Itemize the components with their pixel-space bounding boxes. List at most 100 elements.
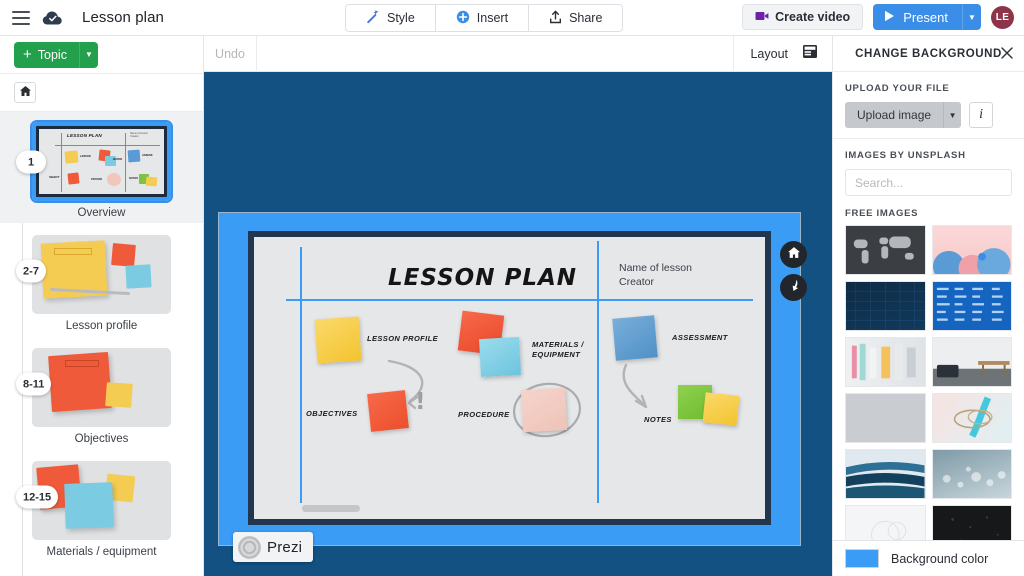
avatar[interactable]: LE: [991, 5, 1014, 29]
slide-creator-text[interactable]: Name of lesson Creator: [619, 262, 729, 289]
info-button[interactable]: i: [969, 102, 994, 128]
unsplash-search-box[interactable]: [845, 169, 1012, 196]
upload-row: Upload image ▼ i: [845, 102, 1012, 128]
thumbnail-caption: Objectives: [74, 433, 129, 445]
prezi-logo-icon: [238, 535, 261, 559]
close-icon[interactable]: [1000, 46, 1014, 60]
present-dropdown-caret[interactable]: ▼: [962, 4, 981, 30]
slide-frame[interactable]: LESSON PLAN Name of lesson Creator LESSO…: [218, 212, 801, 546]
cloud-saved-icon: [42, 10, 64, 26]
change-background-panel: CHANGE BACKGROUND UPLOAD YOUR FILE Uploa…: [832, 36, 1024, 576]
create-video-button[interactable]: Create video: [742, 4, 864, 30]
thumbnail-badge: 1: [16, 150, 46, 174]
insert-label: Insert: [476, 11, 509, 25]
upload-image-button[interactable]: Upload image: [845, 102, 944, 128]
top-bar-right: Create video Present ▼ LE: [742, 4, 1014, 30]
thumbnail-caption: Lesson profile: [65, 320, 138, 332]
exclamation-mark: !: [415, 389, 426, 415]
top-bar-actions: Style Insert Share: [345, 4, 624, 32]
sidebar-thumb-overview[interactable]: LESSON PLAN Name of lesson Creator LESSO…: [0, 112, 203, 223]
sidebar-home-bar: [0, 74, 203, 112]
slide-stage[interactable]: LESSON PLAN Name of lesson Creator LESSO…: [204, 72, 832, 576]
free-images-scroll[interactable]: [833, 225, 1024, 540]
prezi-editor: Lesson plan Style Insert Share Create vi…: [0, 0, 1024, 576]
label-notes[interactable]: NOTES: [644, 415, 672, 425]
canvas-area: Undo Layout LESSON PLAN Name of lesson C…: [204, 35, 832, 576]
layout-controls: Layout: [733, 36, 832, 72]
image-thumb-blue-data-numbers[interactable]: [931, 281, 1012, 331]
present-label: Present: [903, 9, 948, 25]
document-title[interactable]: Lesson plan: [82, 9, 164, 26]
background-color-swatch[interactable]: [845, 549, 879, 568]
prezi-watermark-label: Prezi: [267, 538, 303, 556]
image-thumb-black-texture[interactable]: [931, 505, 1012, 540]
image-thumb-pink-blue-spheres[interactable]: [931, 225, 1012, 275]
undo-button[interactable]: Undo: [204, 35, 257, 72]
label-procedure[interactable]: PROCEDURE: [458, 410, 510, 420]
insert-button[interactable]: Insert: [435, 5, 530, 31]
layout-template-icon[interactable]: [802, 44, 818, 64]
label-assessment[interactable]: ASSESSMENT: [672, 333, 728, 343]
image-thumb-plain-gray[interactable]: [845, 393, 926, 443]
add-topic-caret[interactable]: ▼: [78, 41, 98, 68]
sticky-note-orange[interactable]: [367, 390, 409, 432]
background-color-label: Background color: [891, 551, 989, 566]
sticky-note-blue[interactable]: [612, 315, 658, 361]
board-scrollbar[interactable]: [302, 505, 360, 512]
prezi-watermark[interactable]: Prezi: [233, 532, 314, 562]
add-topic-button[interactable]: + Topic: [14, 41, 79, 68]
slide-inner-frame: LESSON PLAN Name of lesson Creator LESSO…: [248, 231, 771, 525]
image-thumb-blue-wave-motion[interactable]: [845, 449, 926, 499]
canvas-home-button[interactable]: [780, 241, 807, 268]
sidebar-thumb-lesson-profile[interactable]: 2-7 Lesson profile: [0, 223, 203, 336]
thumbnail-list[interactable]: LESSON PLAN Name of lesson Creator LESSO…: [0, 112, 203, 576]
upload-dropdown-caret[interactable]: ▼: [943, 102, 962, 128]
present-button[interactable]: Present: [873, 4, 962, 30]
magic-wand-icon: [366, 9, 380, 27]
label-objectives[interactable]: OBJECTIVES: [306, 409, 358, 419]
hamburger-icon[interactable]: [12, 10, 30, 25]
sidebar-thumb-objectives[interactable]: 8-11 Objectives: [0, 336, 203, 449]
unsplash-section-label: IMAGES BY UNSPLASH: [845, 150, 966, 161]
sticky-note-yellow-2[interactable]: [702, 392, 740, 426]
image-thumb-light-sketch[interactable]: [845, 505, 926, 540]
image-thumb-white-room-table[interactable]: [931, 337, 1012, 387]
thumbnail-caption: Materials / equipment: [46, 546, 157, 558]
sticky-note-yellow[interactable]: [314, 316, 362, 364]
search-input[interactable]: [846, 175, 1011, 190]
plus-circle-icon: [456, 10, 470, 27]
add-topic-group: + Topic ▼: [14, 41, 98, 68]
mini-slide-art: LESSON PLAN Name of lesson Creator LESSO…: [32, 122, 171, 201]
label-lesson-profile[interactable]: LESSON PROFILE: [367, 334, 438, 344]
sidebar-thumb-materials[interactable]: 12-15 Materials / equipment: [0, 449, 203, 562]
layout-button[interactable]: Layout: [750, 47, 788, 61]
slide-board: LESSON PLAN Name of lesson Creator LESSO…: [254, 237, 765, 519]
canvas-nav-buttons: [780, 241, 807, 301]
label-materials-equipment[interactable]: MATERIALS / EQUIPMENT: [532, 340, 584, 360]
style-button[interactable]: Style: [346, 5, 436, 31]
slide-title[interactable]: LESSON PLAN: [388, 265, 577, 291]
image-thumb-dark-blue-texture[interactable]: [845, 281, 926, 331]
upload-section: UPLOAD YOUR FILE Upload image ▼ i: [833, 72, 1024, 139]
create-video-label: Create video: [775, 10, 851, 24]
free-images-label: FREE IMAGES: [845, 208, 919, 219]
sticky-note-pink[interactable]: [520, 387, 568, 433]
canvas-toolbar: Undo Layout: [204, 35, 832, 72]
thumbnail-caption: Overview: [77, 207, 126, 219]
sidebar-topic-bar: + Topic ▼: [0, 36, 203, 74]
image-thumb-world-map-dark[interactable]: [845, 225, 926, 275]
free-images-grid: [845, 225, 1012, 540]
sticky-note-cyan[interactable]: [479, 336, 521, 378]
style-label: Style: [387, 11, 415, 25]
image-thumb-water-droplets-bokeh[interactable]: [931, 449, 1012, 499]
canvas-back-button[interactable]: [780, 274, 807, 301]
sidebar-home-button[interactable]: [14, 82, 36, 103]
image-thumb-colorful-interior[interactable]: [845, 337, 926, 387]
background-color-row: Background color: [833, 540, 1024, 576]
add-topic-label: Topic: [37, 47, 67, 62]
divider-line-horizontal: [286, 299, 753, 301]
divider-line-right: [597, 241, 599, 503]
image-thumb-teal-abstract-flower[interactable]: [931, 393, 1012, 443]
share-button[interactable]: Share: [529, 5, 623, 31]
panel-title: CHANGE BACKGROUND: [855, 47, 1002, 60]
